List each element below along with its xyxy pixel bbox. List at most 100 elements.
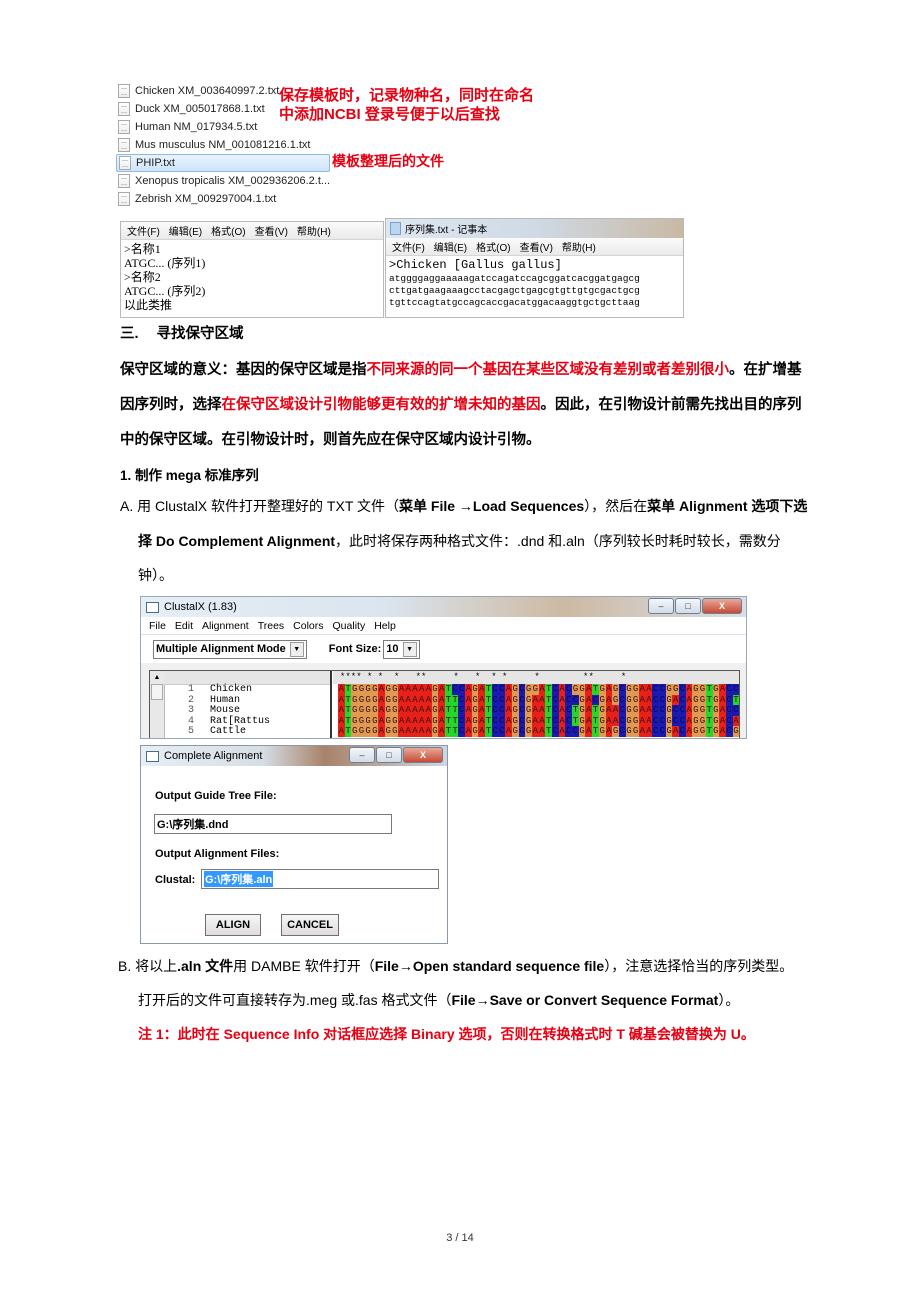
base-cell: C bbox=[565, 684, 573, 695]
notepad-icon bbox=[390, 222, 401, 235]
cancel-button[interactable]: CANCEL bbox=[281, 914, 339, 936]
clustal-input[interactable]: G:\序列集.aln bbox=[201, 869, 439, 889]
file-item[interactable]: Zebrish XM_009297004.1.txt bbox=[116, 190, 346, 208]
base-cell: G bbox=[351, 694, 359, 705]
base-cell: A bbox=[478, 684, 486, 695]
notepad-template-content[interactable]: >名称1 ATGC... (序列1) >名称2 ATGC... (序列2) 以此类推 bbox=[121, 240, 383, 312]
base-cell: C bbox=[732, 705, 740, 716]
file-item[interactable]: Xenopus tropicalis XM_002936206.2.t... bbox=[116, 172, 346, 190]
maximize-button[interactable]: □ bbox=[675, 598, 701, 614]
step-b-line-2: 打开后的文件可直接转存为.meg 或.fas 格式文件（File→Save or… bbox=[138, 990, 739, 1010]
base-cell: G bbox=[625, 705, 633, 716]
menu-item[interactable]: File bbox=[149, 620, 166, 632]
base-cell: T bbox=[572, 705, 579, 716]
guide-tree-input[interactable]: G:\序列集.dnd bbox=[154, 814, 392, 834]
base-cell: G bbox=[431, 715, 439, 726]
menu-item[interactable]: 文件(F) bbox=[392, 239, 425, 254]
sequence-name-row[interactable]: 1 Chicken bbox=[164, 684, 330, 696]
menu-item[interactable]: 查看(V) bbox=[255, 223, 288, 238]
base-cell: A bbox=[719, 694, 726, 705]
annotation-naming: 保存模板时，记录物种名，同时在命名 中添加NCBI 登录号便于以后查找 bbox=[279, 86, 534, 124]
text-file-icon bbox=[118, 174, 130, 188]
base-cell: G bbox=[699, 694, 706, 705]
menu-item[interactable]: 文件(F) bbox=[127, 223, 160, 238]
menu-item[interactable]: 帮助(H) bbox=[297, 223, 331, 238]
base-cell: A bbox=[638, 715, 646, 726]
minimize-button[interactable]: – bbox=[648, 598, 674, 614]
scroll-up-icon[interactable]: ▲ bbox=[150, 671, 164, 684]
base-cell: A bbox=[398, 715, 405, 726]
annotation-line1: 保存模板时，记录物种名，同时在命名 bbox=[279, 87, 535, 104]
base-cell: G bbox=[391, 726, 399, 737]
base-cell: C bbox=[725, 684, 733, 695]
base-cell: G bbox=[431, 726, 439, 737]
annotation-line2-post: 登录号便于以后查找 bbox=[360, 106, 500, 123]
base-cell: A bbox=[719, 705, 726, 716]
base-cell: G bbox=[471, 715, 479, 726]
base-cell: A bbox=[645, 705, 653, 716]
base-cell: G bbox=[712, 705, 720, 716]
scroll-thumb[interactable] bbox=[151, 684, 163, 700]
base-cell: T bbox=[445, 705, 452, 716]
base-cell: A bbox=[605, 684, 613, 695]
file-item[interactable]: Mus musculus NM_001081216.1.txt bbox=[116, 136, 346, 154]
base-cell: C bbox=[618, 726, 626, 737]
guide-tree-value: G:\序列集.dnd bbox=[157, 819, 229, 831]
sequence-number: 4 bbox=[187, 715, 194, 727]
close-button[interactable]: X bbox=[702, 598, 742, 614]
menu-item[interactable]: Alignment bbox=[202, 620, 249, 632]
base-cell: G bbox=[431, 705, 439, 716]
base-cell: C bbox=[552, 715, 559, 726]
base-cell: A bbox=[558, 726, 566, 737]
menu-item[interactable]: Quality bbox=[333, 620, 366, 632]
menu-item[interactable]: Edit bbox=[175, 620, 193, 632]
base-cell: G bbox=[572, 684, 579, 695]
base-cell: C bbox=[652, 684, 659, 695]
paragraph-line-3: 中的保守区域。在引物设计时，则首先应在保守区域内设计引物。 bbox=[120, 432, 541, 448]
step-a-line-3: 钟）。 bbox=[138, 567, 173, 583]
maximize-button[interactable]: □ bbox=[376, 747, 402, 763]
base-cell: T bbox=[732, 694, 740, 705]
mode-select[interactable]: Multiple Alignment Mode ▼ bbox=[153, 639, 307, 659]
menu-item[interactable]: Help bbox=[374, 620, 396, 632]
base-cell: A bbox=[465, 694, 472, 705]
menu-item[interactable]: Trees bbox=[258, 620, 284, 632]
align-button[interactable]: ALIGN bbox=[205, 914, 261, 936]
base-cell: G bbox=[364, 705, 372, 716]
font-size-label: Font Size: bbox=[328, 643, 382, 655]
text-span: 保守区域的意义：基因的保守区域是指 bbox=[120, 362, 367, 378]
text-file-icon bbox=[118, 84, 130, 98]
base-cell: G bbox=[371, 726, 379, 737]
base-cell: A bbox=[685, 684, 693, 695]
menu-item[interactable]: 帮助(H) bbox=[562, 239, 596, 254]
paragraph-line-2: 因序列时，选择在保守区域设计引物能够更有效的扩增未知的基因。因此，在引物设计前需… bbox=[120, 393, 802, 414]
menu-item[interactable]: 格式(O) bbox=[476, 239, 510, 254]
base-cell: G bbox=[391, 684, 399, 695]
vertical-scrollbar[interactable]: ▲ bbox=[150, 671, 165, 738]
file-item[interactable]: PHIP.txt bbox=[116, 154, 330, 172]
page-number: 3 / 14 bbox=[446, 1232, 474, 1244]
menu-item[interactable]: 格式(O) bbox=[211, 223, 245, 238]
menu-item[interactable]: 查看(V) bbox=[520, 239, 553, 254]
sequence-name-row[interactable]: 3 Mouse bbox=[164, 705, 330, 717]
menu-item[interactable]: 编辑(E) bbox=[434, 239, 467, 254]
text-span: 用 ClustalX 软件打开整理好的 TXT 文件（ bbox=[137, 498, 400, 514]
sequence-row: ATGGGGAGGAAAAAGATTCAGATCCAGCGAATCACCGATG… bbox=[338, 726, 740, 737]
menu-item[interactable]: 编辑(E) bbox=[169, 223, 202, 238]
minimize-button[interactable]: – bbox=[349, 747, 375, 763]
notepad-file-content[interactable]: >Chicken [Gallus gallus] atggggaggaaaaag… bbox=[386, 256, 683, 309]
base-cell: A bbox=[411, 715, 419, 726]
base-cell: G bbox=[471, 684, 479, 695]
base-cell: G bbox=[384, 694, 392, 705]
base-cell: A bbox=[338, 705, 345, 716]
base-cell: A bbox=[645, 715, 653, 726]
base-cell: G bbox=[692, 684, 700, 695]
sequence-name-row[interactable]: 5 Cattle bbox=[164, 726, 330, 738]
file-type: .aln 文件 bbox=[177, 958, 234, 974]
base-cell: A bbox=[438, 715, 445, 726]
close-button[interactable]: X bbox=[403, 747, 443, 763]
menu-item[interactable]: Colors bbox=[293, 620, 323, 632]
font-size-select[interactable]: 10 ▼ bbox=[383, 639, 420, 659]
template-line: >名称1 bbox=[124, 242, 161, 256]
base-cell: T bbox=[485, 726, 492, 737]
